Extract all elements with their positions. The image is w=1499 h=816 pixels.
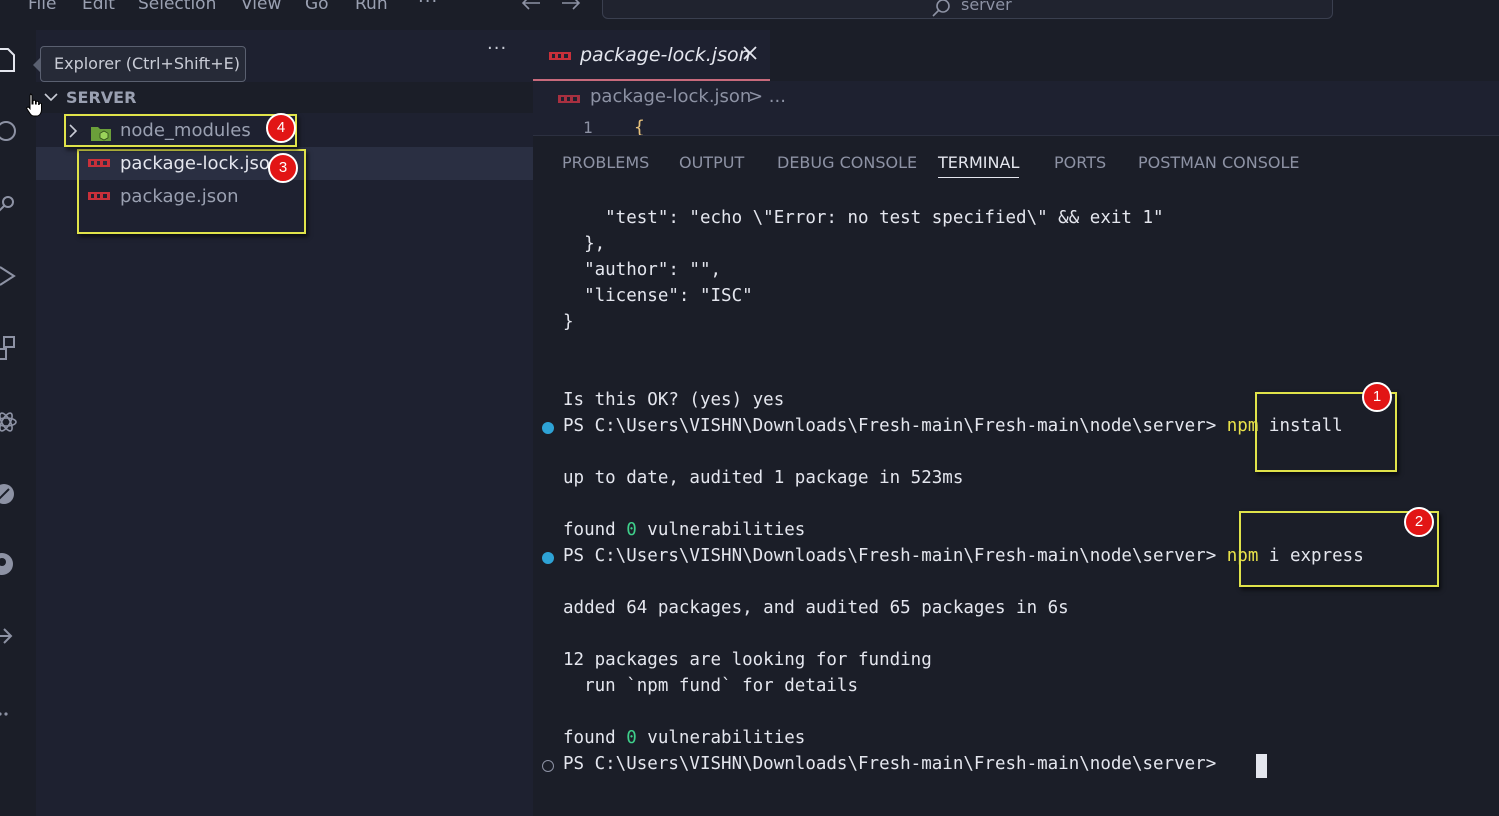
- editor-tab-package-lock-json[interactable]: package-lock.json: [533, 30, 770, 81]
- menu-go[interactable]: Go: [305, 0, 329, 14]
- menu-run[interactable]: Run: [355, 0, 388, 14]
- source-control-icon[interactable]: [0, 190, 18, 218]
- prompt-success-dot: [542, 422, 554, 434]
- prompt-idle-dot: [542, 760, 554, 772]
- npm-icon: [549, 52, 571, 60]
- highlight-box-4: [64, 114, 297, 147]
- terminal-line: },: [563, 234, 606, 254]
- prompt-path: PS C:\Users\VISHN\Downloads\Fresh-main\F…: [563, 546, 1227, 566]
- terminal-line: found 0 vulnerabilities: [563, 520, 805, 540]
- vuln-text: vulnerabilities: [636, 728, 806, 748]
- breadcrumb-file[interactable]: package-lock.json: [590, 86, 751, 107]
- tab-label: package-lock.json: [580, 44, 751, 66]
- tab-output[interactable]: OUTPUT: [679, 153, 744, 172]
- npm-icon: [558, 95, 580, 103]
- editor-tab-bar: package-lock.json: [533, 30, 1499, 81]
- annotation-badge-3: 3: [268, 153, 298, 183]
- title-bar: File Edit Selection View Go Run ··· serv…: [0, 0, 1499, 30]
- terminal-line: "author": "",: [563, 260, 722, 280]
- found-text: found: [563, 520, 627, 540]
- react-icon[interactable]: [0, 408, 18, 436]
- vuln-count: 0: [626, 520, 637, 540]
- tab-postman-console[interactable]: POSTMAN CONSOLE: [1138, 153, 1299, 172]
- prompt-success-dot: [542, 552, 554, 564]
- search-icon[interactable]: [0, 118, 18, 146]
- terminal-prompt-line[interactable]: PS C:\Users\VISHN\Downloads\Fresh-main\F…: [563, 754, 1227, 774]
- close-icon[interactable]: [741, 44, 759, 62]
- npm-command: npm: [1226, 416, 1259, 436]
- annotation-badge-4: 4: [266, 113, 296, 143]
- live-share-icon[interactable]: [0, 622, 18, 650]
- terminal-line: 12 packages are looking for funding: [563, 650, 932, 670]
- found-text: found: [563, 728, 627, 748]
- terminal-line: run `npm fund` for details: [563, 676, 859, 696]
- search-icon: [932, 0, 950, 17]
- menu-more-button[interactable]: ···: [418, 0, 438, 12]
- menu-file[interactable]: File: [28, 0, 56, 14]
- run-debug-icon[interactable]: [0, 262, 18, 290]
- terminal-prompt-line: PS C:\Users\VISHN\Downloads\Fresh-main\F…: [563, 416, 1343, 436]
- vuln-text: vulnerabilities: [636, 520, 806, 540]
- breadcrumb: package-lock.json > ...: [533, 81, 1499, 113]
- annotation-badge-2: 2: [1404, 507, 1434, 537]
- explorer-more-button[interactable]: ···: [487, 38, 507, 59]
- tab-problems[interactable]: PROBLEMS: [562, 153, 649, 172]
- menu-edit[interactable]: Edit: [82, 0, 115, 14]
- mouse-hand-cursor-icon: [26, 93, 42, 117]
- activity-bar: [0, 30, 36, 816]
- tab-ports[interactable]: PORTS: [1054, 153, 1106, 172]
- command-center-text: server: [961, 0, 1012, 14]
- tooltip-arrow: [33, 58, 40, 72]
- explorer-tooltip: Explorer (Ctrl+Shift+E): [40, 46, 246, 82]
- github-icon[interactable]: [0, 550, 18, 578]
- terminal-line: }: [563, 312, 574, 332]
- terminal-cursor: [1256, 754, 1267, 778]
- code-line: 1 {: [533, 113, 1499, 135]
- explorer-files-icon[interactable]: [0, 46, 18, 74]
- line-code: {: [634, 117, 645, 135]
- explorer-section-server[interactable]: SERVER: [36, 82, 533, 113]
- prompt-path: PS C:\Users\VISHN\Downloads\Fresh-main\F…: [563, 416, 1227, 436]
- terminal-line: found 0 vulnerabilities: [563, 728, 805, 748]
- menu-selection[interactable]: Selection: [138, 0, 216, 14]
- back-arrow-icon[interactable]: [520, 0, 542, 10]
- terminal-line: "license": "ISC": [563, 286, 753, 306]
- menu-view[interactable]: View: [241, 0, 281, 14]
- line-number: 1: [583, 118, 593, 135]
- tab-debug-console[interactable]: DEBUG CONSOLE: [777, 153, 917, 172]
- terminal-line: up to date, audited 1 package in 523ms: [563, 468, 964, 488]
- breadcrumb-more[interactable]: > ...: [748, 86, 786, 107]
- terminal-line: Is this OK? (yes) yes: [563, 390, 785, 410]
- extensions-icon[interactable]: [0, 334, 18, 362]
- tab-terminal[interactable]: TERMINAL: [938, 153, 1020, 178]
- annotation-badge-1: 1: [1362, 382, 1392, 412]
- terminal-line: "test": "echo \"Error: no test specified…: [563, 208, 1164, 228]
- section-title: SERVER: [66, 88, 137, 107]
- vuln-count: 0: [626, 728, 637, 748]
- command-center-search[interactable]: server: [602, 0, 1333, 19]
- chevron-down-icon: [44, 93, 58, 102]
- terminal-line: added 64 packages, and audited 65 packag…: [563, 598, 1069, 618]
- more-actions-icon[interactable]: [0, 700, 18, 728]
- postman-icon[interactable]: [0, 480, 18, 508]
- forward-arrow-icon[interactable]: [560, 0, 582, 10]
